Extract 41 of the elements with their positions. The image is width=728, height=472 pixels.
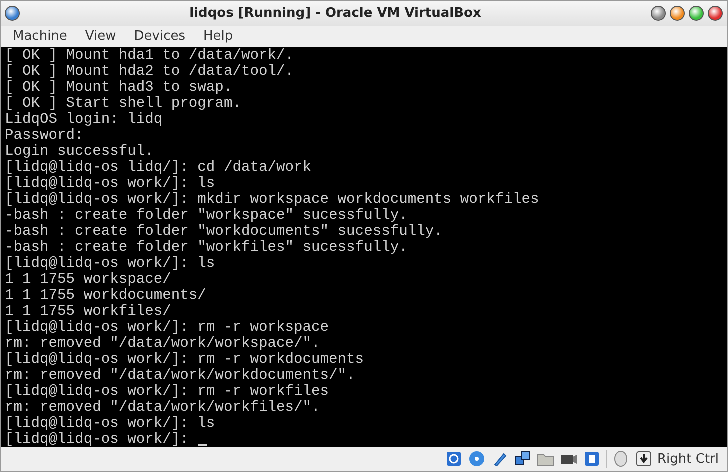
optical-disc-icon[interactable] bbox=[468, 450, 486, 468]
terminal-line: [lidq@lidq-os work/]: ls bbox=[5, 416, 216, 432]
terminal-line: -bash : create folder "workdocuments" sucessfully. bbox=[5, 224, 443, 240]
window-menu-button[interactable] bbox=[5, 6, 20, 21]
terminal-line: [ OK ] Start shell program. bbox=[5, 96, 242, 112]
window-title: lidqos [Running] - Oracle VM VirtualBox bbox=[188, 6, 482, 21]
close-button[interactable] bbox=[708, 6, 723, 21]
terminal-line: rm: removed "/data/work/workspace/". bbox=[5, 336, 320, 352]
terminal-line: [ OK ] Mount hda1 to /data/work/. bbox=[5, 48, 294, 64]
mouse-icon[interactable] bbox=[612, 450, 630, 468]
terminal-line: [ OK ] Mount hda2 to /data/tool/. bbox=[5, 64, 294, 80]
terminal-line: [lidq@lidq-os lidq/]: cd /data/work bbox=[5, 160, 312, 176]
terminal-line: LidqOS login: lidq bbox=[5, 112, 163, 128]
terminal-line: [lidq@lidq-os work/]: mkdir workspace workdocuments workfiles bbox=[5, 192, 540, 208]
terminal-line: -bash : create folder "workfiles" sucessfully. bbox=[5, 240, 408, 256]
minimize-button[interactable] bbox=[670, 6, 685, 21]
shade-button[interactable] bbox=[651, 6, 666, 21]
terminal-line: [lidq@lidq-os work/]: rm -r workdocuments bbox=[5, 352, 364, 368]
terminal-line: [lidq@lidq-os work/]: rm -r workfiles bbox=[5, 384, 330, 400]
terminal-line: rm: removed "/data/work/workdocuments/". bbox=[5, 368, 356, 384]
menu-item[interactable]: Help bbox=[196, 29, 242, 44]
terminal-line: Login successful. bbox=[5, 144, 154, 160]
terminal-line: Password: bbox=[5, 128, 84, 144]
terminal-line: -bash : create folder "workspace" sucessfully. bbox=[5, 208, 408, 224]
text-cursor bbox=[198, 444, 207, 446]
terminal-line: [lidq@lidq-os work/]: ls bbox=[5, 256, 216, 272]
host-key-label: Right Ctrl bbox=[658, 452, 719, 466]
terminal-line: [ OK ] Mount had3 to swap. bbox=[5, 80, 233, 96]
menu-item[interactable]: Devices bbox=[126, 29, 194, 44]
keyboard-capture-icon[interactable] bbox=[634, 450, 652, 468]
menu-item[interactable]: View bbox=[77, 29, 124, 44]
terminal-screen[interactable] bbox=[1, 47, 727, 447]
menu-item[interactable]: Machine bbox=[5, 29, 76, 44]
terminal-line: 1 1 1755 workspace/ bbox=[5, 272, 172, 288]
terminal-line: 1 1 1755 workfiles/ bbox=[5, 304, 172, 320]
terminal-line: [lidq@lidq-os work/]: rm -r workspace bbox=[5, 320, 330, 336]
maximize-button[interactable] bbox=[689, 6, 704, 21]
terminal-line: [lidq@lidq-os work/]: ls bbox=[5, 176, 216, 192]
terminal-line: 1 1 1755 workdocuments/ bbox=[5, 288, 206, 304]
terminal-line: rm: removed "/data/work/workfiles/". bbox=[5, 400, 320, 416]
terminal-line: [lidq@lidq-os work/]: bbox=[5, 432, 189, 447]
